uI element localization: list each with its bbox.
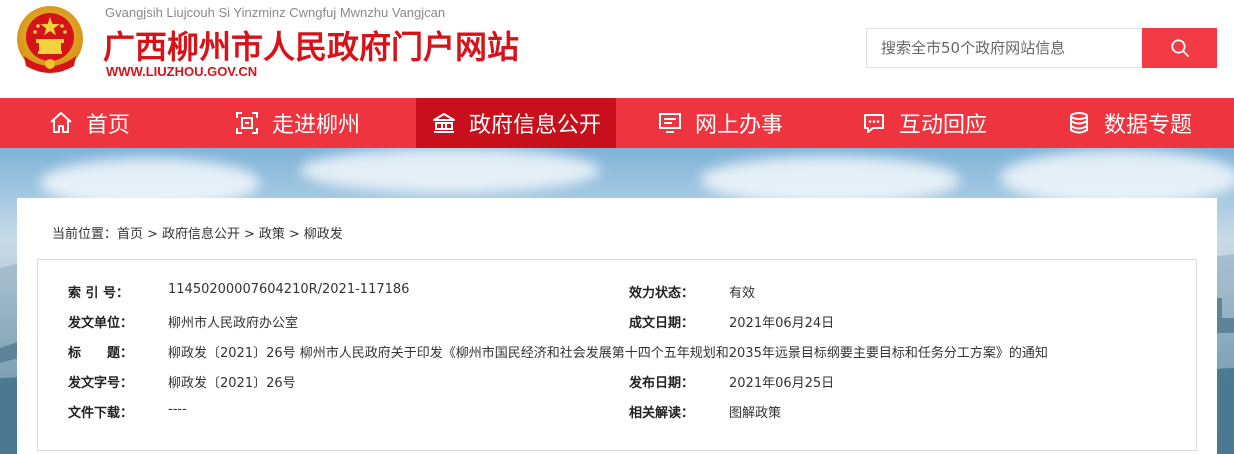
nav-item-about-liuzhou[interactable]: 走进柳州 bbox=[178, 98, 416, 148]
site-zhuang-name: Gvangjsih Liujcouh Si Yinzminz Cwngfuj M… bbox=[105, 5, 446, 20]
home-icon bbox=[50, 112, 72, 133]
breadcrumb-separator: > bbox=[243, 227, 255, 242]
info-row: 发文字号： 柳政发〔2021〕26号 发布日期： 2021年06月25日 bbox=[38, 372, 1196, 392]
created-date-label: 成文日期： bbox=[629, 316, 695, 331]
doc-number-value: 柳政发〔2021〕26号 bbox=[168, 376, 296, 391]
validity-status-value: 有效 bbox=[729, 286, 756, 301]
title-label: 标 题： bbox=[68, 346, 134, 361]
index-number-label: 索 引 号： bbox=[68, 286, 130, 301]
info-row: 文件下载： ---- 相关解读： 图解政策 bbox=[38, 402, 1196, 422]
issuer-value: 柳州市人民政府办公室 bbox=[168, 316, 299, 331]
nav-item-interaction[interactable]: 互动回应 bbox=[824, 98, 1024, 148]
doc-number-label: 发文字号： bbox=[68, 376, 134, 391]
main-nav: 首页 走进柳州 政府信息公开 网上办事 互动回应 数据专题 bbox=[0, 98, 1234, 148]
breadcrumb-home[interactable]: 首页 bbox=[117, 227, 143, 242]
nav-label: 互动回应 bbox=[898, 113, 987, 138]
file-download-value: ---- bbox=[168, 402, 187, 417]
related-interpretation-label: 相关解读： bbox=[629, 406, 695, 421]
nav-item-data-topics[interactable]: 数据专题 bbox=[1024, 98, 1234, 148]
issuer-label: 发文单位： bbox=[68, 316, 134, 331]
breadcrumb-separator: > bbox=[288, 227, 300, 242]
breadcrumb: 当前位置：首页 > 政府信息公开 > 政策 > 柳政发 bbox=[52, 223, 343, 242]
content-card: 当前位置：首页 > 政府信息公开 > 政策 > 柳政发 索 引 号： 11450200007… bbox=[17, 198, 1217, 454]
published-date-label: 发布日期： bbox=[629, 376, 695, 391]
national-emblem-icon bbox=[17, 6, 83, 73]
site-url[interactable]: WWW.LIUZHOU.GOV.CN bbox=[106, 64, 257, 79]
created-date-value: 2021年06月24日 bbox=[729, 316, 835, 331]
site-title[interactable]: 广西柳州市人民政府门户网站 bbox=[103, 22, 519, 68]
index-number-value: 11450200007604210R/2021-117186 bbox=[168, 282, 410, 297]
scan-icon bbox=[235, 112, 258, 134]
nav-item-gov-info[interactable]: 政府信息公开 bbox=[416, 98, 616, 148]
nav-label: 政府信息公开 bbox=[468, 113, 601, 138]
nav-label: 走进柳州 bbox=[271, 113, 360, 138]
breadcrumb-separator: > bbox=[147, 227, 158, 242]
breadcrumb-gov-info[interactable]: 政府信息公开 bbox=[162, 227, 240, 242]
info-row: 标 题： 柳政发〔2021〕26号 柳州市人民政府关于印发《柳州市国民经济和社会… bbox=[38, 342, 1196, 362]
nav-item-home[interactable]: 首页 bbox=[0, 98, 178, 148]
search-icon bbox=[1170, 39, 1189, 57]
breadcrumb-prefix: 当前位置： bbox=[52, 227, 118, 242]
nav-item-online-services[interactable]: 网上办事 bbox=[616, 98, 824, 148]
monitor-icon bbox=[658, 113, 681, 133]
related-interpretation-link[interactable]: 图解政策 bbox=[729, 402, 781, 421]
building-icon bbox=[432, 113, 455, 133]
breadcrumb-policy[interactable]: 政策 bbox=[259, 227, 285, 242]
nav-label: 网上办事 bbox=[694, 113, 783, 138]
database-icon bbox=[1069, 112, 1088, 134]
site-header: Gvangjsih Liujcouh Si Yinzminz Cwngfuj M… bbox=[0, 0, 1234, 98]
document-info-table: 索 引 号： 11450200007604210R/2021-117186 效力… bbox=[37, 259, 1197, 451]
search-input[interactable] bbox=[866, 28, 1142, 68]
info-row: 发文单位： 柳州市人民政府办公室 成文日期： 2021年06月24日 bbox=[38, 312, 1196, 332]
search-button[interactable] bbox=[1142, 28, 1217, 68]
chat-icon bbox=[863, 114, 884, 133]
file-download-label: 文件下载： bbox=[68, 406, 134, 421]
validity-status-label: 效力状态： bbox=[629, 286, 695, 301]
nav-label: 首页 bbox=[85, 113, 130, 138]
nav-label: 数据专题 bbox=[1103, 113, 1192, 138]
breadcrumb-liuzhengfa[interactable]: 柳政发 bbox=[304, 227, 343, 242]
info-row: 索 引 号： 11450200007604210R/2021-117186 效力… bbox=[38, 282, 1196, 302]
published-date-value: 2021年06月25日 bbox=[729, 376, 835, 391]
title-value: 柳政发〔2021〕26号 柳州市人民政府关于印发《柳州市国民经济和社会发展第十四… bbox=[168, 346, 1048, 361]
